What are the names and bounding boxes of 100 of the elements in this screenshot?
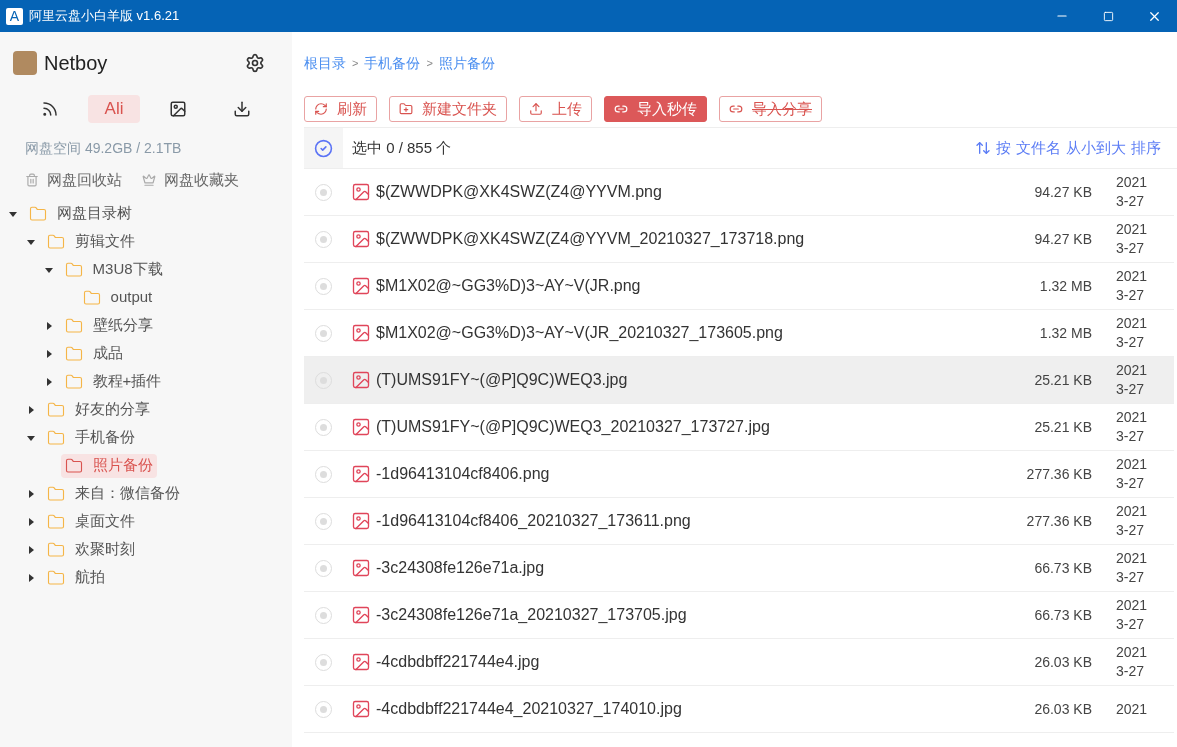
file-name: -1d96413104cf8406_20210327_173611.png <box>376 511 691 531</box>
file-size: 1.32 MB <box>1039 323 1092 343</box>
image-file-icon <box>351 652 371 672</box>
caret-right-icon[interactable] <box>26 545 35 554</box>
folder-icon <box>46 400 65 419</box>
tree-item[interactable]: 欢聚时刻 <box>42 537 139 562</box>
caret-right-icon[interactable] <box>26 517 35 526</box>
tree-item[interactable]: 网盘目录树 <box>24 201 136 226</box>
file-date: 2021 <box>1116 549 1149 568</box>
upload-icon <box>529 102 543 116</box>
avatar <box>13 51 37 75</box>
caret-down-icon[interactable] <box>26 237 35 246</box>
file-size: 94.27 KB <box>1034 182 1092 202</box>
toolbar-button[interactable]: 导入秒传 <box>604 96 707 122</box>
file-date: 2021 <box>1116 173 1149 192</box>
image-file-icon <box>351 464 371 484</box>
file-size: 277.36 KB <box>1026 464 1092 484</box>
file-date: 2021 <box>1116 267 1149 286</box>
refresh-icon <box>314 102 328 116</box>
caret-right-icon[interactable] <box>26 405 35 414</box>
tree-item[interactable]: 航拍 <box>42 565 109 590</box>
image-file-icon <box>351 276 371 296</box>
file-date: 2021 <box>1116 643 1149 662</box>
shortcut-link[interactable]: 网盘收藏夹 <box>142 169 239 192</box>
file-date: 2021 <box>1116 596 1149 615</box>
file-date: 3-27 <box>1116 662 1146 681</box>
folder-icon <box>46 540 65 559</box>
tree-item[interactable]: 成品 <box>60 341 127 366</box>
download-icon <box>233 100 251 118</box>
folder-icon <box>64 316 83 335</box>
image-file-icon <box>351 229 371 249</box>
trash-icon <box>25 173 39 188</box>
file-date: 3-27 <box>1116 239 1146 258</box>
folder-icon <box>64 344 83 363</box>
app-logo: A <box>6 7 23 25</box>
image-icon <box>169 100 187 118</box>
folder-icon <box>46 568 65 587</box>
file-name: $(ZWWDPK@XK4SWZ(Z4@YYVM_20210327_173718.png <box>376 229 805 249</box>
file-date: 3-27 <box>1116 286 1146 305</box>
selection-count: 选中 0 / 855 个 <box>352 137 452 158</box>
file-name: (T)UMS91FY~(@P]Q9C)WEQ3.jpg <box>376 370 628 390</box>
tree-item[interactable]: 桌面文件 <box>42 509 139 534</box>
file-date: 3-27 <box>1116 568 1146 587</box>
tree-item[interactable]: M3U8下载 <box>60 257 167 282</box>
toolbar-button[interactable]: 刷新 <box>304 96 377 122</box>
file-date: 2021 <box>1116 699 1149 719</box>
caret-right-icon[interactable] <box>44 321 53 330</box>
toolbar-button[interactable]: 上传 <box>519 96 592 122</box>
file-date: 2021 <box>1116 361 1149 380</box>
check-circle-icon <box>314 138 333 158</box>
image-file-icon <box>351 558 371 578</box>
caret-down-icon[interactable] <box>8 209 17 218</box>
file-size: 277.36 KB <box>1026 511 1092 531</box>
shortcut-link[interactable]: 网盘回收站 <box>25 169 122 192</box>
caret-right-icon[interactable] <box>26 573 35 582</box>
file-date: 3-27 <box>1116 427 1146 446</box>
select-all-checkbox[interactable] <box>304 128 343 168</box>
file-name: $(ZWWDPK@XK4SWZ(Z4@YYVM.png <box>376 182 662 202</box>
folder-icon <box>46 512 65 531</box>
tree-item[interactable]: 剪辑文件 <box>42 229 139 254</box>
tree-item[interactable]: output <box>78 285 157 310</box>
folder-icon <box>64 372 83 391</box>
caret-right-icon[interactable] <box>44 377 53 386</box>
link-icon <box>729 102 743 116</box>
caret-right-icon[interactable] <box>44 349 53 358</box>
file-size: 66.73 KB <box>1034 558 1092 578</box>
window-title: 阿里云盘小白羊版 v1.6.21 <box>29 7 180 26</box>
image-file-icon <box>351 182 371 202</box>
storage-usage: 网盘空间 49.2GB / 2.1TB <box>25 139 183 158</box>
settings-icon[interactable] <box>245 53 265 73</box>
tree-item[interactable]: 来自：微信备份 <box>42 481 184 506</box>
folder-icon <box>46 484 65 503</box>
file-date: 2021 <box>1116 220 1149 239</box>
file-date: 3-27 <box>1116 333 1146 352</box>
file-size: 26.03 KB <box>1034 699 1092 719</box>
folder-icon <box>46 428 65 447</box>
rss-icon <box>41 100 59 118</box>
breadcrumb-separator: > <box>426 55 433 71</box>
file-row[interactable]: (T)UMS91FY~(@P]Q9C)WEQ3.jpg 25.21 KB 2021 3-27 <box>304 357 1174 404</box>
file-date: 2021 <box>1116 314 1149 333</box>
tree-item[interactable]: 壁纸分享 <box>60 313 157 338</box>
caret-right-icon[interactable] <box>26 489 35 498</box>
toolbar-button[interactable]: 新建文件夹 <box>389 96 507 122</box>
folder-icon <box>28 204 47 223</box>
file-name: (T)UMS91FY~(@P]Q9C)WEQ3_20210327_173727.jpg <box>376 417 770 437</box>
image-file-icon <box>351 370 371 390</box>
file-size: 26.03 KB <box>1034 652 1092 672</box>
image-file-icon <box>351 605 371 625</box>
file-name: -3c24308fe126e71a_20210327_173705.jpg <box>376 605 687 625</box>
file-name: -1d96413104cf8406.png <box>376 464 550 484</box>
file-date: 3-27 <box>1116 615 1146 634</box>
tree-item[interactable]: 教程+插件 <box>60 369 166 394</box>
tree-item[interactable]: 手机备份 <box>42 425 139 450</box>
caret-down-icon[interactable] <box>44 265 53 274</box>
crown-icon <box>142 173 156 188</box>
image-file-icon <box>351 323 371 343</box>
sort-button[interactable]: 按 文件名 从小到大 排序 <box>975 136 1161 160</box>
caret-down-icon[interactable] <box>26 433 35 442</box>
tree-item[interactable]: 好友的分享 <box>42 397 154 422</box>
folder-icon <box>64 260 83 279</box>
